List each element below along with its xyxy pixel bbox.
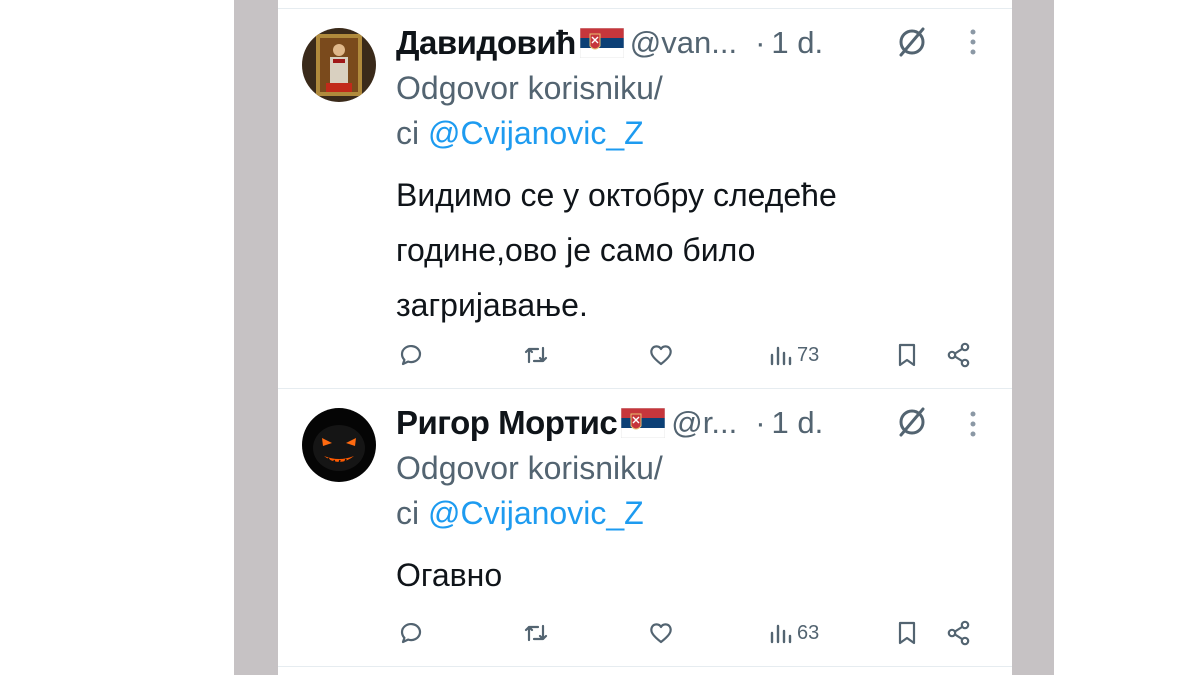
reply-context: Odgovor korisniku/ ci @Cvijanovic_Z bbox=[396, 66, 663, 156]
tweet-text: Видимо се у октобру следеће године,ово ј… bbox=[396, 168, 837, 333]
views-chart-icon bbox=[770, 624, 792, 644]
bottom-divider bbox=[278, 666, 1012, 667]
share-icon bbox=[947, 620, 970, 646]
user-handle[interactable]: @r... bbox=[671, 405, 737, 441]
reply-button[interactable] bbox=[398, 342, 424, 368]
timestamp[interactable]: 1 d. bbox=[772, 405, 824, 441]
mention-link[interactable]: @Cvijanovic_Z bbox=[428, 495, 644, 531]
separator-dot: · bbox=[755, 405, 766, 440]
tweet-text-line: Огавно bbox=[396, 557, 503, 593]
bookmark-icon bbox=[898, 343, 916, 367]
repost-icon bbox=[524, 346, 548, 364]
reply-prefix-cont: ci bbox=[396, 115, 420, 151]
bookmark-button[interactable] bbox=[894, 342, 920, 368]
reply-prefix: Odgovor korisniku/ bbox=[396, 70, 663, 106]
left-background-bar bbox=[234, 0, 278, 675]
heart-icon bbox=[650, 623, 672, 644]
reply-icon bbox=[400, 344, 422, 366]
avatar[interactable] bbox=[302, 408, 376, 482]
tweet-text-line: загријавање. bbox=[396, 287, 588, 323]
reply-icon bbox=[400, 622, 422, 644]
views-count: 73 bbox=[797, 343, 820, 366]
tweet-header: Давидовић @van... · 1 d. bbox=[396, 18, 823, 68]
mention-link[interactable]: @Cvijanovic_Z bbox=[428, 115, 644, 151]
views-chart-icon bbox=[770, 346, 792, 366]
heart-icon bbox=[650, 345, 672, 366]
avatar[interactable] bbox=[302, 28, 376, 102]
views-count: 63 bbox=[797, 621, 820, 644]
share-button[interactable] bbox=[946, 342, 972, 368]
serbia-flag-icon bbox=[579, 28, 624, 58]
views-button[interactable]: 73 bbox=[768, 342, 819, 368]
serbia-flag-icon bbox=[621, 408, 666, 438]
reply-prefix-cont: ci bbox=[396, 495, 420, 531]
bookmark-button[interactable] bbox=[894, 620, 920, 646]
top-divider bbox=[278, 8, 1012, 9]
tweet-text: Огавно bbox=[396, 548, 502, 603]
separator-dot: · bbox=[755, 25, 766, 60]
more-options-icon[interactable] bbox=[969, 28, 977, 56]
share-icon bbox=[947, 342, 970, 368]
tweet-rigor-mortis[interactable]: Ригор Мортис @r... · 1 d. Odgovor korisn… bbox=[278, 398, 1012, 666]
repost-button[interactable] bbox=[523, 342, 549, 368]
timeline-panel: Давидовић @van... · 1 d. Odgovor korisni… bbox=[278, 0, 1012, 675]
tweet-text-line: године,ово је само било bbox=[396, 232, 756, 268]
user-handle[interactable]: @van... bbox=[630, 25, 737, 61]
reply-context: Odgovor korisniku/ ci @Cvijanovic_Z bbox=[396, 446, 663, 536]
repost-icon bbox=[524, 624, 548, 642]
tweet-header: Ригор Мортис @r... · 1 d. bbox=[396, 398, 823, 448]
tweet-text-line: Видимо се у октобру следеће bbox=[396, 177, 837, 213]
tweet-davidovic[interactable]: Давидовић @van... · 1 d. Odgovor korisni… bbox=[278, 18, 1012, 388]
icon-portrait-image bbox=[302, 28, 376, 102]
timestamp[interactable]: 1 d. bbox=[771, 25, 823, 61]
grok-icon[interactable] bbox=[896, 406, 928, 438]
display-name[interactable]: Давидовић bbox=[396, 24, 576, 62]
reply-button[interactable] bbox=[398, 620, 424, 646]
share-button[interactable] bbox=[946, 620, 972, 646]
grok-icon[interactable] bbox=[896, 26, 928, 58]
reply-prefix: Odgovor korisniku/ bbox=[396, 450, 663, 486]
display-name[interactable]: Ригор Мортис bbox=[396, 404, 618, 442]
pumpkin-face-image bbox=[302, 408, 376, 482]
like-button[interactable] bbox=[648, 342, 674, 368]
more-options-icon[interactable] bbox=[969, 410, 977, 438]
views-button[interactable]: 63 bbox=[768, 620, 819, 646]
bookmark-icon bbox=[898, 621, 916, 645]
tweet-divider bbox=[278, 388, 1012, 389]
like-button[interactable] bbox=[648, 620, 674, 646]
repost-button[interactable] bbox=[523, 620, 549, 646]
right-background-bar bbox=[1012, 0, 1054, 675]
